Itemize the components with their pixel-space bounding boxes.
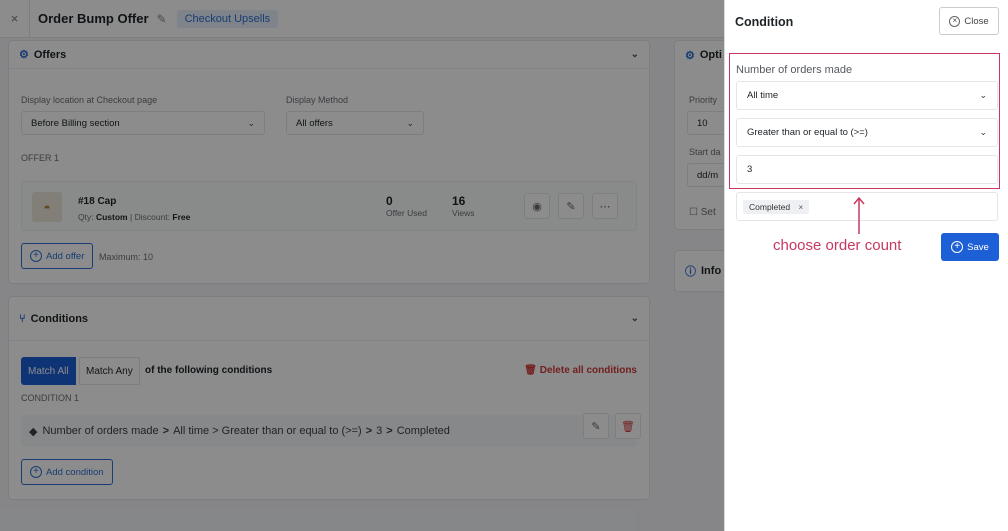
status-multiselect[interactable]: Completed ×: [736, 192, 998, 221]
period-value: All time: [747, 90, 779, 101]
operator-value: Greater than or equal to (>=): [747, 127, 868, 138]
remove-chip-icon[interactable]: ×: [798, 203, 803, 212]
period-select[interactable]: All time ⌄: [736, 81, 998, 110]
order-count-input[interactable]: 3: [736, 155, 998, 184]
operator-select[interactable]: Greater than or equal to (>=) ⌄: [736, 118, 998, 147]
condition-panel: Condition × Close Number of orders made …: [724, 0, 1008, 531]
close-label: Close: [964, 15, 989, 27]
close-icon: ×: [949, 15, 961, 27]
chevron-down-icon: ⌄: [979, 90, 987, 100]
chevron-down-icon: ⌄: [979, 127, 987, 137]
field-label: Number of orders made: [736, 64, 853, 76]
status-chip-label: Completed: [749, 201, 791, 212]
status-chip: Completed ×: [743, 199, 810, 214]
order-count-value: 3: [747, 164, 753, 175]
save-button[interactable]: + Save: [941, 233, 999, 261]
annotation-text: choose order count: [773, 237, 902, 254]
annotation-arrow-icon: [853, 196, 865, 234]
save-label: Save: [967, 241, 989, 253]
modal-overlay[interactable]: [0, 0, 724, 531]
panel-title: Condition: [735, 15, 794, 29]
close-button[interactable]: × Close: [939, 7, 999, 35]
plus-circle-icon: +: [951, 241, 964, 253]
